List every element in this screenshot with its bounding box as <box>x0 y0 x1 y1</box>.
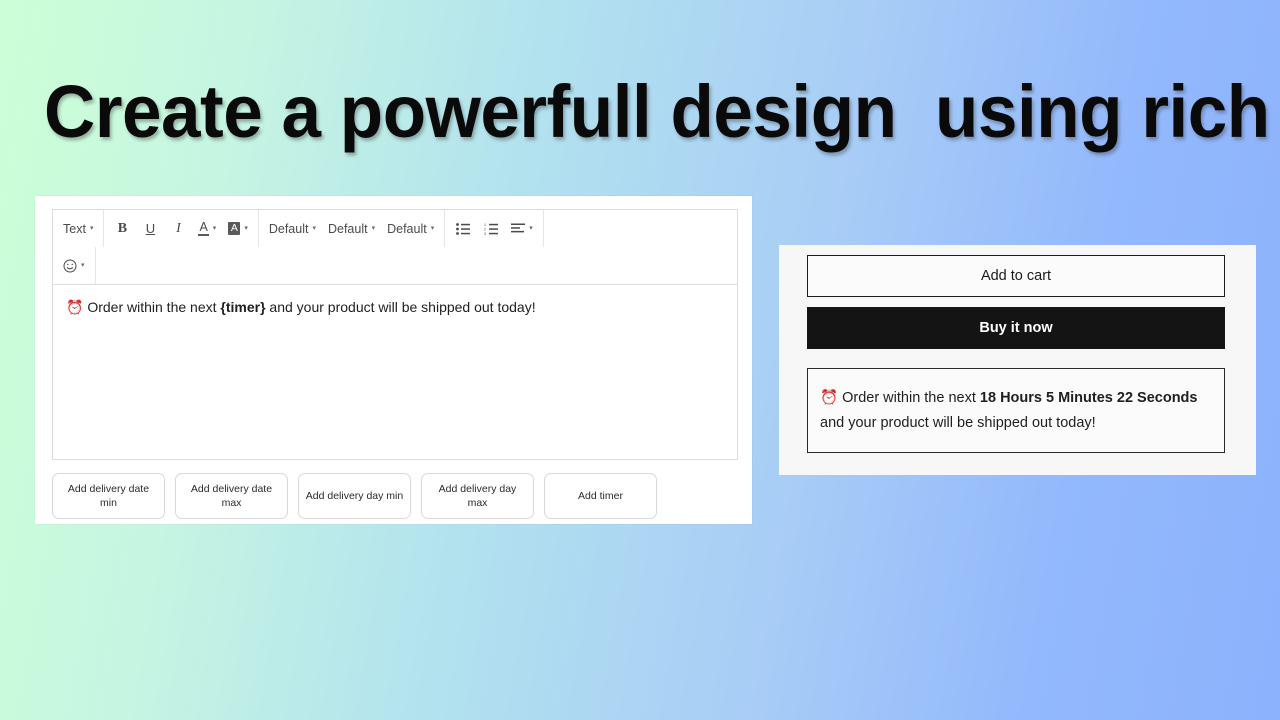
rich-editor-inner: Text ▾ B U I A ▾ A ▾ Default ▾ Default ▾… <box>52 209 738 519</box>
italic-icon: I <box>176 220 181 236</box>
editor-text-after: and your product will be shipped out tod… <box>265 299 536 315</box>
toolbar-row2-spacer <box>96 247 104 284</box>
editor-timer-token: {timer} <box>220 299 266 315</box>
editor-content-area[interactable]: ⏰ Order within the next {timer} and your… <box>52 285 738 460</box>
buy-it-now-button[interactable]: Buy it now <box>807 307 1225 349</box>
timer-countdown-value: 18 Hours 5 Minutes 22 Seconds <box>979 390 1198 406</box>
smiley-icon <box>63 259 77 273</box>
storefront-preview-inner: Add to cart Buy it now ⏰ Order within th… <box>807 255 1225 453</box>
timer-text-before: Order within the next <box>838 390 980 406</box>
bullet-list-button[interactable] <box>449 216 477 242</box>
toolbar-group-format: B U I A ▾ A ▾ <box>104 210 259 247</box>
chevron-down-icon: ▾ <box>371 225 376 232</box>
numbered-list-button[interactable]: 1 2 3 <box>477 216 505 242</box>
svg-text:3: 3 <box>484 232 486 235</box>
chevron-down-icon: ▾ <box>89 225 94 232</box>
chevron-down-icon: ▾ <box>529 225 533 232</box>
page-title: Create a powerfull design using rich edi… <box>44 70 1270 153</box>
font-size-dropdown[interactable]: Default ▾ <box>322 216 381 242</box>
timer-text-after: and your product will be shipped out tod… <box>820 415 1096 431</box>
toolbar-row-1: Text ▾ B U I A ▾ A ▾ Default ▾ Default ▾… <box>53 210 737 247</box>
line-height-label: Default <box>387 221 427 236</box>
italic-button[interactable]: I <box>164 216 192 242</box>
numbered-list-icon: 1 2 3 <box>484 223 499 235</box>
underline-button[interactable]: U <box>136 216 164 242</box>
toolbar-row-2: ▾ <box>53 247 737 284</box>
chevron-down-icon: ▾ <box>312 225 316 232</box>
editor-text-before: Order within the next <box>83 299 221 315</box>
chevron-down-icon: ▾ <box>244 225 248 232</box>
storefront-preview-card: Add to cart Buy it now ⏰ Order within th… <box>779 245 1256 475</box>
insert-variable-buttons: Add delivery date min Add delivery date … <box>52 473 738 519</box>
align-dropdown[interactable]: ▾ <box>505 216 539 242</box>
toolbar-group-emoji: ▾ <box>53 247 96 284</box>
chevron-down-icon: ▾ <box>212 225 217 232</box>
add-timer-button[interactable]: Add timer <box>544 473 657 519</box>
align-left-icon <box>511 223 526 234</box>
bold-button[interactable]: B <box>108 216 136 242</box>
bold-icon: B <box>117 220 128 236</box>
highlight-icon: A <box>228 222 241 235</box>
font-size-label: Default <box>327 221 368 236</box>
text-color-button[interactable]: A ▾ <box>192 216 222 242</box>
font-family-label: Default <box>268 221 309 236</box>
toolbar-group-style: Text ▾ <box>53 210 105 247</box>
style-dropdown-label: Text <box>63 221 86 236</box>
toolbar-group-typography: Default ▾ Default ▾ Default ▾ <box>259 210 446 247</box>
font-family-dropdown[interactable]: Default ▾ <box>263 216 322 242</box>
svg-text:2: 2 <box>484 227 486 231</box>
alarm-clock-icon: ⏰ <box>66 299 84 315</box>
emoji-button[interactable]: ▾ <box>57 253 91 279</box>
toolbar-group-lists: 1 2 3 ▾ <box>445 210 544 247</box>
toolbar-group-spacer <box>544 210 552 247</box>
style-dropdown[interactable]: Text ▾ <box>57 216 99 242</box>
chevron-down-icon: ▾ <box>81 262 85 269</box>
rich-editor-card: Text ▾ B U I A ▾ A ▾ Default ▾ Default ▾… <box>35 196 752 524</box>
underline-icon: U <box>145 221 156 236</box>
editor-toolbar: Text ▾ B U I A ▾ A ▾ Default ▾ Default ▾… <box>52 209 738 285</box>
delivery-timer-message: ⏰ Order within the next 18 Hours 5 Minut… <box>807 368 1225 453</box>
bullet-list-icon <box>456 222 471 235</box>
add-to-cart-button[interactable]: Add to cart <box>807 255 1225 297</box>
add-delivery-date-min-button[interactable]: Add delivery date min <box>52 473 165 519</box>
add-delivery-day-max-button[interactable]: Add delivery day max <box>421 473 534 519</box>
chevron-down-icon: ▾ <box>430 225 435 232</box>
svg-text:1: 1 <box>484 223 486 227</box>
add-delivery-date-max-button[interactable]: Add delivery date max <box>175 473 288 519</box>
line-height-dropdown[interactable]: Default ▾ <box>381 216 440 242</box>
highlight-color-button[interactable]: A ▾ <box>222 216 254 242</box>
text-color-icon: A <box>198 220 209 236</box>
alarm-clock-icon: ⏰ <box>820 390 839 406</box>
add-delivery-day-min-button[interactable]: Add delivery day min <box>298 473 411 519</box>
